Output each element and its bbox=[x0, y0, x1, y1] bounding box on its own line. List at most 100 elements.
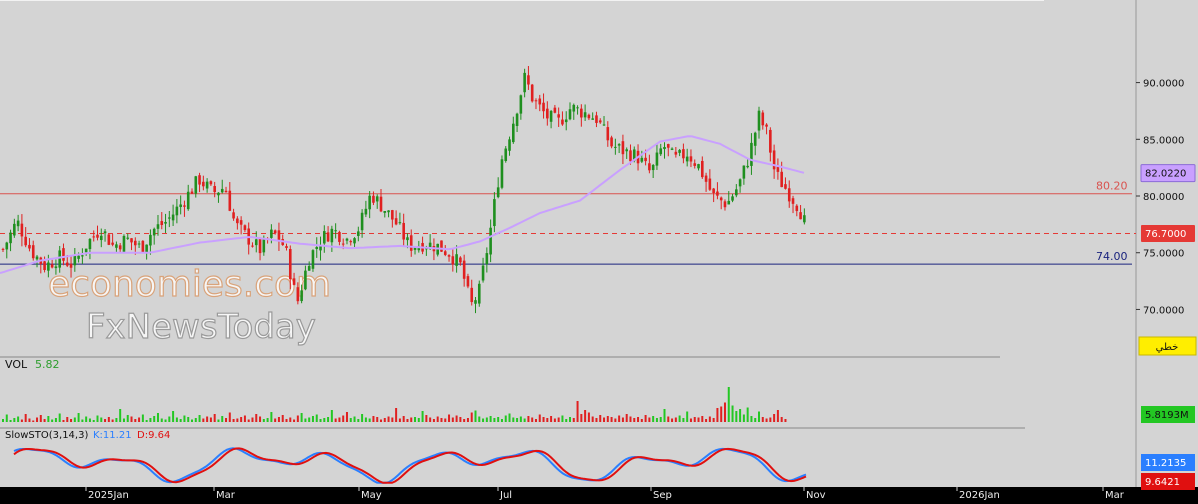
candle-body bbox=[477, 283, 481, 304]
candle-body bbox=[776, 166, 780, 172]
candle-body bbox=[285, 246, 288, 248]
candle-body bbox=[629, 150, 632, 162]
candle-body bbox=[379, 196, 383, 212]
volume-bar bbox=[51, 419, 54, 422]
candle-body bbox=[149, 234, 152, 246]
volume-bar bbox=[474, 410, 477, 422]
volume-bar bbox=[183, 415, 186, 422]
candle-body bbox=[580, 108, 583, 118]
candle-body bbox=[481, 265, 485, 281]
volume-bar bbox=[425, 415, 428, 422]
volume-bar bbox=[455, 415, 458, 422]
candle-body bbox=[251, 245, 254, 247]
candle-body bbox=[202, 181, 205, 187]
volume-bar bbox=[580, 414, 583, 422]
candle-body bbox=[409, 235, 413, 251]
volume-bar bbox=[134, 419, 137, 422]
volume-bar bbox=[716, 408, 719, 422]
candle bbox=[141, 240, 145, 253]
candle-body bbox=[232, 212, 235, 219]
volume-bar bbox=[36, 417, 39, 422]
volume-bar bbox=[20, 419, 23, 422]
candle-body bbox=[164, 221, 167, 224]
candle-body bbox=[614, 146, 617, 148]
volume-bar bbox=[637, 417, 640, 422]
candle bbox=[504, 146, 508, 163]
volume-bar bbox=[606, 416, 609, 422]
volume-bar bbox=[406, 419, 409, 422]
volume-bar bbox=[311, 416, 314, 422]
candle-body bbox=[160, 221, 164, 226]
volume-bar bbox=[376, 417, 379, 422]
candle-body bbox=[485, 253, 489, 265]
volume-bar bbox=[319, 419, 322, 422]
candle-body bbox=[368, 195, 371, 210]
volume-bar bbox=[587, 412, 590, 422]
candle-body bbox=[402, 222, 405, 240]
candle-body bbox=[670, 148, 674, 150]
candle-body bbox=[685, 156, 689, 162]
volume-bar bbox=[308, 417, 311, 422]
candle-body bbox=[719, 197, 723, 201]
candle-body bbox=[220, 188, 224, 193]
price-tick: 90.0000 bbox=[1136, 79, 1184, 90]
candle-body bbox=[349, 241, 353, 243]
candle-body bbox=[236, 218, 239, 224]
volume-bar bbox=[584, 410, 587, 422]
volume-bar bbox=[504, 415, 507, 422]
stochastic-panel[interactable] bbox=[0, 427, 1136, 487]
volume-bar bbox=[334, 418, 337, 422]
volume-bar bbox=[557, 417, 560, 422]
candle-body bbox=[735, 189, 738, 196]
candle-body bbox=[73, 255, 77, 266]
volume-bar bbox=[776, 410, 779, 422]
candle-body bbox=[455, 254, 458, 266]
volume-bar bbox=[88, 418, 91, 422]
volume-bar bbox=[421, 411, 424, 422]
candle-body bbox=[288, 248, 292, 280]
candle-body bbox=[644, 157, 647, 162]
volume-bar bbox=[765, 418, 768, 422]
time-label-mar: Mar bbox=[216, 490, 236, 501]
volume-panel[interactable] bbox=[0, 357, 1136, 427]
candle-body bbox=[270, 229, 273, 238]
candle-body bbox=[621, 141, 625, 155]
candle-body bbox=[137, 243, 141, 245]
volume-bar bbox=[693, 417, 696, 422]
candle-body bbox=[591, 118, 594, 120]
candle-body bbox=[323, 231, 326, 244]
candle-body bbox=[689, 156, 693, 162]
volume-bar bbox=[516, 418, 519, 422]
chart-svg: economies.com FxNewsToday 90.0000 85.000… bbox=[0, 0, 1198, 504]
candle-body bbox=[243, 225, 247, 231]
resistance-label-80-20: 80.20 bbox=[1096, 180, 1128, 193]
candle-body bbox=[194, 176, 198, 194]
candle-body bbox=[205, 181, 209, 189]
volume-bar bbox=[500, 419, 503, 422]
volume-bar bbox=[85, 416, 88, 422]
volume-bar bbox=[107, 417, 110, 422]
volume-bar bbox=[96, 415, 99, 422]
volume-bar bbox=[251, 417, 254, 422]
volume-bar bbox=[304, 418, 307, 422]
volume-bar bbox=[493, 418, 496, 422]
candle-body bbox=[576, 107, 579, 109]
candle-body bbox=[799, 212, 802, 220]
candle-body bbox=[179, 204, 182, 208]
volume-bar bbox=[323, 418, 326, 422]
volume-bar bbox=[126, 415, 129, 422]
candle-body bbox=[311, 250, 315, 269]
candle-body bbox=[587, 114, 591, 119]
volume-bar bbox=[633, 418, 636, 422]
candle bbox=[500, 155, 504, 190]
volume-bar bbox=[17, 416, 20, 422]
candle-body bbox=[183, 205, 186, 207]
candle-body bbox=[258, 238, 262, 254]
watermark-fxnewstoday: FxNewsToday bbox=[86, 307, 316, 347]
candle-body bbox=[58, 250, 61, 268]
candle-body bbox=[674, 151, 678, 155]
chart-type-badge[interactable]: خطي bbox=[1138, 336, 1197, 356]
price-tick-label: 80.0000 bbox=[1143, 192, 1184, 203]
volume-title: VOL bbox=[5, 358, 28, 371]
volume-bar bbox=[667, 416, 670, 422]
